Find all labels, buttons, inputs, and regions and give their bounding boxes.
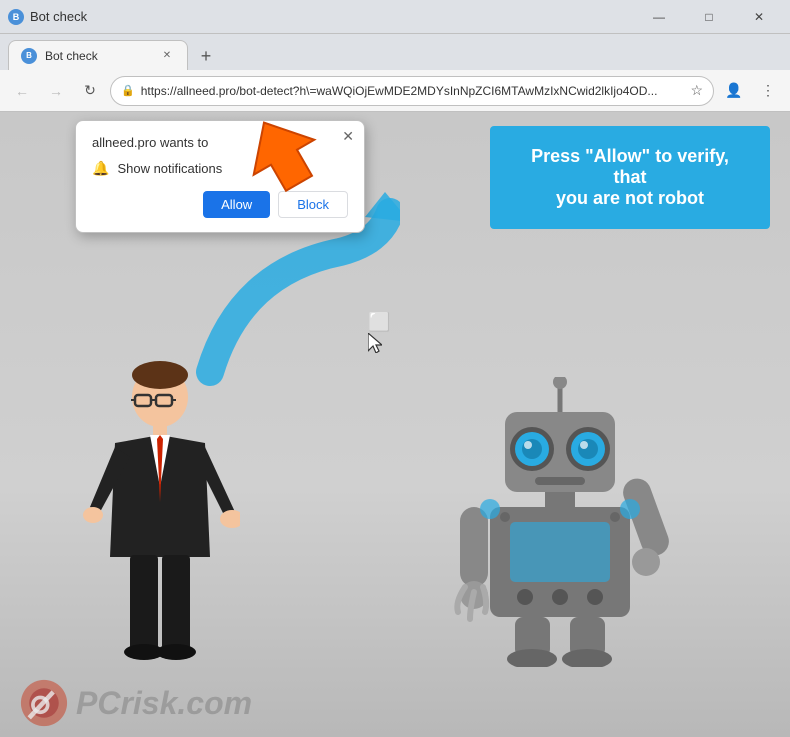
maximize-button[interactable]: □	[686, 0, 732, 34]
person-illustration	[80, 357, 240, 657]
back-button[interactable]: ←	[8, 77, 36, 105]
url-text: https://allneed.pro/bot-detect?h\=waWQiO…	[141, 84, 685, 98]
bookmark-star-icon[interactable]: ☆	[690, 82, 703, 99]
refresh-button[interactable]: ↻	[76, 77, 104, 105]
window-controls: — □ ✕	[636, 0, 782, 34]
window-title: Bot check	[30, 9, 87, 24]
tab-bar: B Bot check ✕ +	[0, 34, 790, 70]
minimize-button[interactable]: —	[636, 0, 682, 34]
account-button[interactable]: 👤	[720, 77, 748, 105]
tab-favicon: B	[8, 9, 24, 25]
popup-close-button[interactable]: ✕	[342, 129, 354, 143]
press-allow-line1: Press "Allow" to verify, that	[514, 146, 746, 188]
press-allow-line2: you are not robot	[514, 188, 746, 209]
active-tab[interactable]: B Bot check ✕	[8, 40, 188, 70]
bell-icon: 🔔	[92, 160, 109, 177]
pcrisk-text-label: PCrisk.com	[76, 685, 252, 722]
url-input-box[interactable]: 🔒 https://allneed.pro/bot-detect?h\=waWQ…	[110, 76, 714, 106]
forward-button[interactable]: →	[42, 77, 70, 105]
popup-show-notifications-text: Show notifications	[117, 161, 222, 176]
mouse-cursor: ⬜	[368, 312, 390, 353]
pcrisk-watermark: PCrisk.com	[20, 679, 252, 727]
title-bar: B Bot check — □ ✕	[0, 0, 790, 34]
tab-label: Bot check	[45, 49, 98, 63]
press-allow-box: Press "Allow" to verify, that you are no…	[490, 126, 770, 229]
page-content: Press "Allow" to verify, that you are no…	[0, 112, 790, 737]
robot-illustration	[450, 377, 670, 657]
tab-favicon-icon: B	[21, 48, 37, 64]
menu-button[interactable]: ⋮	[754, 77, 782, 105]
close-button[interactable]: ✕	[736, 0, 782, 34]
lock-icon: 🔒	[121, 84, 135, 97]
tab-close-button[interactable]: ✕	[159, 48, 175, 64]
address-bar: ← → ↻ 🔒 https://allneed.pro/bot-detect?h…	[0, 70, 790, 112]
new-tab-button[interactable]: +	[192, 42, 220, 70]
